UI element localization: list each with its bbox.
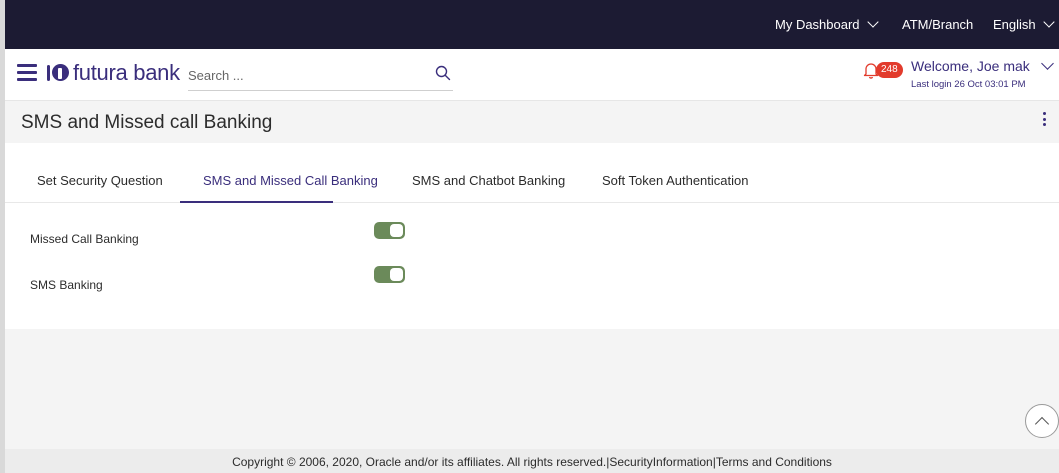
tab-set-security-question[interactable]: Set Security Question <box>37 173 163 188</box>
sms-banking-label: SMS Banking <box>30 278 103 292</box>
atm-branch-label: ATM/Branch <box>902 17 974 32</box>
main-header: futura bank 248 Welcome, Joe mak Last lo… <box>5 49 1059 101</box>
page-title: SMS and Missed call Banking <box>21 112 273 133</box>
notification-count-badge[interactable]: 248 <box>876 62 903 78</box>
more-options-icon[interactable] <box>1043 112 1047 128</box>
atm-branch-link[interactable]: ATM/Branch <box>902 17 973 32</box>
brand-logo[interactable]: futura bank <box>47 60 180 86</box>
missed-call-banking-toggle[interactable] <box>374 222 405 239</box>
search-box <box>188 61 453 91</box>
last-login-text: Last login 26 Oct 03:01 PM <box>911 79 1026 90</box>
logo-mark-icon <box>47 62 69 84</box>
chevron-down-icon <box>866 16 879 28</box>
toggle-knob <box>390 224 403 237</box>
page-title-bar: SMS and Missed call Banking <box>5 101 1059 143</box>
tab-sms-chatbot-banking[interactable]: SMS and Chatbot Banking <box>412 173 565 188</box>
language-menu[interactable]: English <box>993 16 1055 32</box>
search-input[interactable] <box>188 61 428 89</box>
user-menu[interactable]: Welcome, Joe mak <box>911 57 1054 74</box>
copyright-text: Copyright © 2006, 2020, Oracle and/or it… <box>232 455 610 469</box>
security-information-link[interactable]: SecurityInformation <box>609 455 712 469</box>
scroll-to-top-button[interactable] <box>1025 404 1059 438</box>
top-utility-bar: My Dashboard ATM/Branch English <box>5 0 1059 49</box>
chevron-up-icon <box>1034 416 1050 432</box>
terms-and-conditions-link[interactable]: Terms and Conditions <box>716 455 832 469</box>
tab-bar: Set Security Question SMS and Missed Cal… <box>5 161 1059 203</box>
brand-name: futura bank <box>73 60 180 85</box>
missed-call-banking-label: Missed Call Banking <box>30 232 139 246</box>
footer: Copyright © 2006, 2020, Oracle and/or it… <box>5 449 1059 473</box>
toggle-knob <box>390 268 403 281</box>
tab-soft-token-authentication[interactable]: Soft Token Authentication <box>602 173 748 188</box>
search-icon[interactable] <box>435 65 451 81</box>
my-dashboard-menu[interactable]: My Dashboard <box>775 16 879 32</box>
language-label: English <box>993 17 1036 32</box>
tab-sms-missed-call-banking[interactable]: SMS and Missed Call Banking <box>203 173 378 188</box>
settings-panel: Set Security Question SMS and Missed Cal… <box>5 143 1059 329</box>
hamburger-menu-icon[interactable] <box>17 64 37 81</box>
my-dashboard-label: My Dashboard <box>775 17 860 32</box>
sms-banking-toggle[interactable] <box>374 266 405 283</box>
active-tab-indicator <box>180 201 333 203</box>
chevron-down-icon <box>1040 57 1054 70</box>
chevron-down-icon <box>1042 16 1055 28</box>
welcome-text: Welcome, Joe mak <box>911 58 1030 74</box>
